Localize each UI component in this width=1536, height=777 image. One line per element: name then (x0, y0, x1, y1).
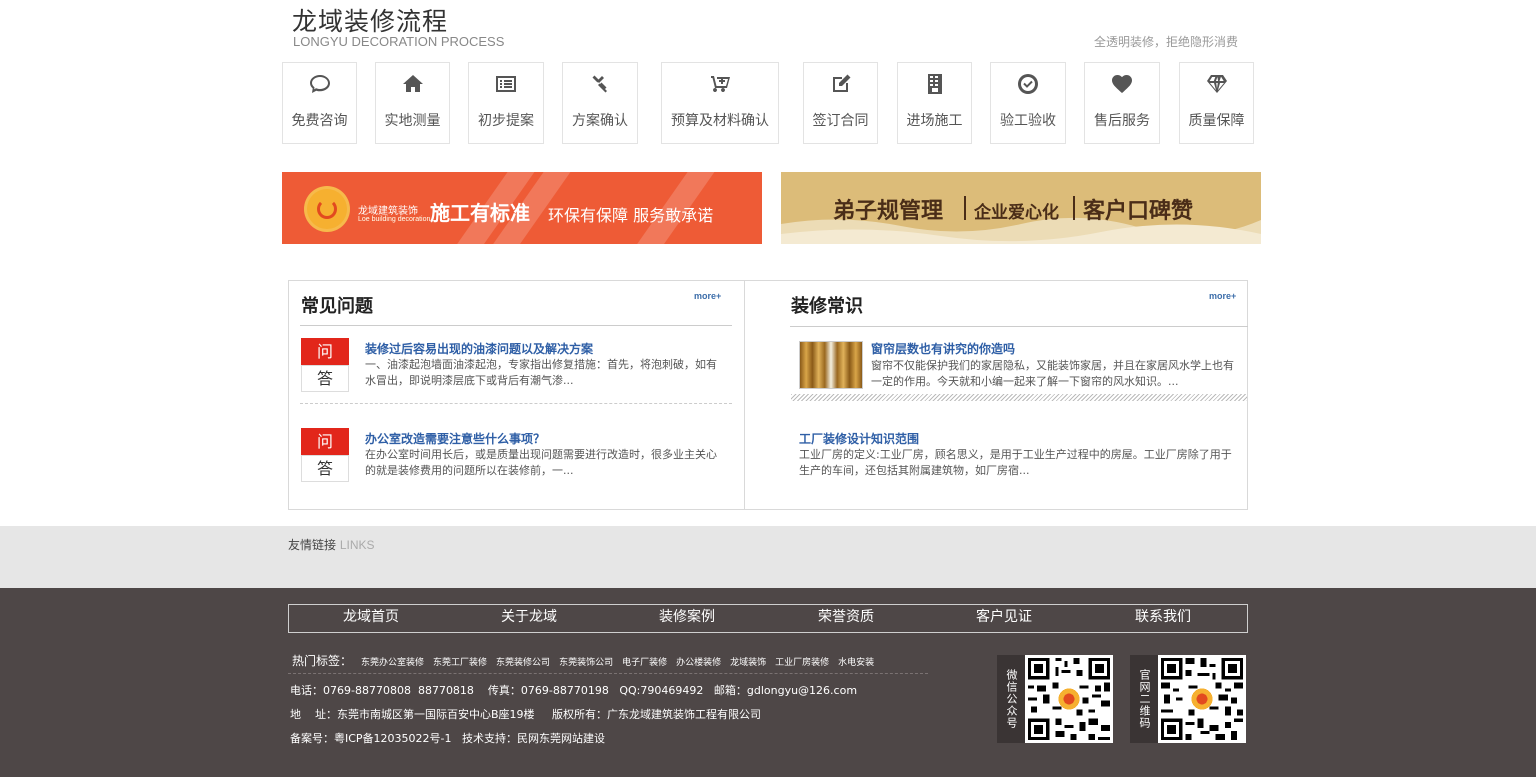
diamond-icon (1202, 72, 1232, 102)
question-badge: 问 (301, 338, 349, 365)
step-construction[interactable]: 进场施工 (897, 62, 972, 144)
faq-title-line (300, 325, 732, 326)
step-free-consult[interactable]: 免费咨询 (282, 62, 357, 144)
hot-tags-separator (288, 673, 928, 674)
friend-links-label: 友情链接 LINKS (288, 538, 375, 552)
step-label: 进场施工 (906, 113, 963, 129)
answer-badge: 答 (301, 365, 349, 392)
step-budget-confirm[interactable]: 预算及材料确认 (661, 62, 779, 144)
step-acceptance[interactable]: 验工验收 (990, 62, 1066, 144)
footer-nav-home[interactable]: 龙域首页 (343, 606, 399, 626)
knowledge-title: 装修常识 (791, 296, 863, 317)
footer-nav (288, 604, 1248, 633)
hot-tag[interactable]: 电子厂装修 (622, 658, 667, 668)
banner-text-3: 客户口碑赞 (1083, 199, 1194, 224)
hot-tag[interactable]: 东莞办公室装修 (361, 658, 424, 668)
footer-icp: 备案号：粤ICP备12035022号-1 技术支持：民网东莞网站建设 (290, 732, 606, 745)
step-site-measure[interactable]: 实地测量 (375, 62, 450, 144)
step-after-sales[interactable]: 售后服务 (1084, 62, 1160, 144)
question-badge: 问 (301, 428, 349, 455)
hot-tag[interactable]: 水电安装 (838, 658, 874, 668)
faq-item-title[interactable]: 办公室改造需要注意些什么事项？ (365, 430, 545, 447)
cart-icon (705, 72, 735, 102)
banner-main-text: 施工有标准 (430, 201, 530, 225)
check-circle-icon (1013, 72, 1043, 102)
wechat-qr-label: 微信公众号 (997, 655, 1025, 743)
footer-nav-testimonials[interactable]: 客户见证 (976, 606, 1032, 626)
banner-separator (1073, 196, 1075, 220)
banner-management[interactable]: 弟子规管理 企业爱心化 客户口碑赞 (781, 172, 1261, 244)
footer-contact-info: 电话：0769-88770808 88770818 传真：0769-887701… (290, 684, 858, 697)
step-label: 实地测量 (384, 113, 441, 129)
home-icon (398, 72, 428, 102)
hot-tag[interactable]: 东莞工厂装修 (433, 658, 487, 668)
knowledge-item-desc: 窗帘不仅能保护我们的家居隐私，又能装饰家居，并且在家居风水学上也有一定的作用。今… (871, 359, 1234, 388)
banner-brand-en: Loe building decoration (358, 216, 431, 223)
step-proposal[interactable]: 初步提案 (468, 62, 544, 144)
page-title: 龙域装修流程 (292, 7, 449, 36)
chat-icon (305, 72, 335, 102)
banner-separator (964, 196, 966, 220)
website-qr-label: 官网二维码 (1130, 655, 1158, 743)
step-label: 售后服务 (1094, 113, 1150, 129)
step-label: 初步提案 (478, 113, 534, 129)
footer-nav-cases[interactable]: 装修案例 (659, 606, 715, 626)
heart-icon (1107, 72, 1137, 102)
step-sign-contract[interactable]: 签订合同 (803, 62, 878, 144)
faq-item-desc: 一、油漆起泡墙面油漆起泡，专家指出修复措施：首先，将泡刺破，如有水冒出，即说明漆… (365, 358, 717, 387)
step-label: 方案确认 (572, 113, 628, 129)
page-subtitle: LONGYU DECORATION PROCESS (293, 34, 505, 49)
hot-tags: 热门标签： 东莞办公室装修 东莞工厂装修 东莞装修公司 东莞装饰公司 电子厂装修 办公楼装修… (292, 652, 874, 669)
step-label: 签订合同 (812, 113, 869, 129)
step-plan-confirm[interactable]: 方案确认 (562, 62, 638, 144)
hot-tag[interactable]: 东莞装修公司 (496, 658, 550, 668)
faq-more-link[interactable]: more+ (694, 291, 721, 301)
knowledge-title-line (790, 326, 1248, 327)
banner-construction-standard[interactable]: 龙域建筑装饰 Loe building decoration 施工有标准 环保有… (282, 172, 762, 244)
hot-tag[interactable]: 工业厂房装修 (775, 658, 829, 668)
website-qr-code-icon (1158, 655, 1246, 743)
faq-item-separator (300, 403, 732, 404)
list-icon (491, 72, 521, 102)
knowledge-item-desc: 工业厂房的定义:工业厂房，顾名思义，是用于工业生产过程中的房屋。工业厂房除了用于… (799, 448, 1232, 477)
hot-tag[interactable]: 龙域装饰 (730, 658, 766, 668)
knowledge-item-separator (791, 394, 1247, 401)
footer-address: 地 址：东莞市南城区第一国际百安中心B座19楼 版权所有：广东龙域建筑装饰工程有… (290, 708, 762, 721)
banner-text-2: 企业爱心化 (974, 203, 1059, 223)
knowledge-more-link[interactable]: more+ (1209, 291, 1236, 301)
footer-nav-about[interactable]: 关于龙域 (501, 606, 557, 626)
banner-brand: 龙域建筑装饰 (358, 206, 418, 217)
faq-title: 常见问题 (301, 296, 373, 317)
knowledge-item-title[interactable]: 工厂装修设计知识范围 (799, 430, 919, 447)
step-label: 质量保障 (1188, 113, 1245, 129)
gavel-icon (585, 72, 615, 102)
faq-item-desc: 在办公室时间用长后，或是质量出现问题需要进行改造时，很多业主关心的就是装修费用的… (365, 448, 717, 477)
footer-nav-honors[interactable]: 荣誉资质 (818, 606, 874, 626)
hot-tag[interactable]: 东莞装饰公司 (559, 658, 613, 668)
dragon-logo-icon (304, 186, 350, 232)
step-label: 免费咨询 (291, 113, 348, 129)
footer-nav-contact[interactable]: 联系我们 (1135, 606, 1191, 626)
edit-icon (826, 72, 856, 102)
knowledge-item-title[interactable]: 窗帘层数也有讲究的你造吗 (871, 340, 1015, 357)
step-quality-guarantee[interactable]: 质量保障 (1179, 62, 1254, 144)
faq-item-title[interactable]: 装修过后容易出现的油漆问题以及解决方案 (365, 340, 593, 357)
banner-sub-text: 环保有保障 服务敢承诺 (548, 206, 714, 225)
step-label: 验工验收 (1000, 113, 1056, 129)
wechat-qr-code-icon (1025, 655, 1113, 743)
curtain-thumbnail[interactable] (799, 341, 863, 389)
step-label: 预算及材料确认 (671, 113, 769, 129)
hot-tags-label: 热门标签： (292, 654, 353, 668)
slogan: 全透明装修，拒绝隐形消费 (1093, 35, 1238, 49)
friend-links-bar (0, 526, 1536, 588)
content-divider (744, 280, 745, 510)
answer-badge: 答 (301, 455, 349, 482)
building-icon (920, 72, 950, 102)
banner-text-1: 弟子规管理 (833, 199, 944, 224)
hot-tag[interactable]: 办公楼装修 (676, 658, 721, 668)
